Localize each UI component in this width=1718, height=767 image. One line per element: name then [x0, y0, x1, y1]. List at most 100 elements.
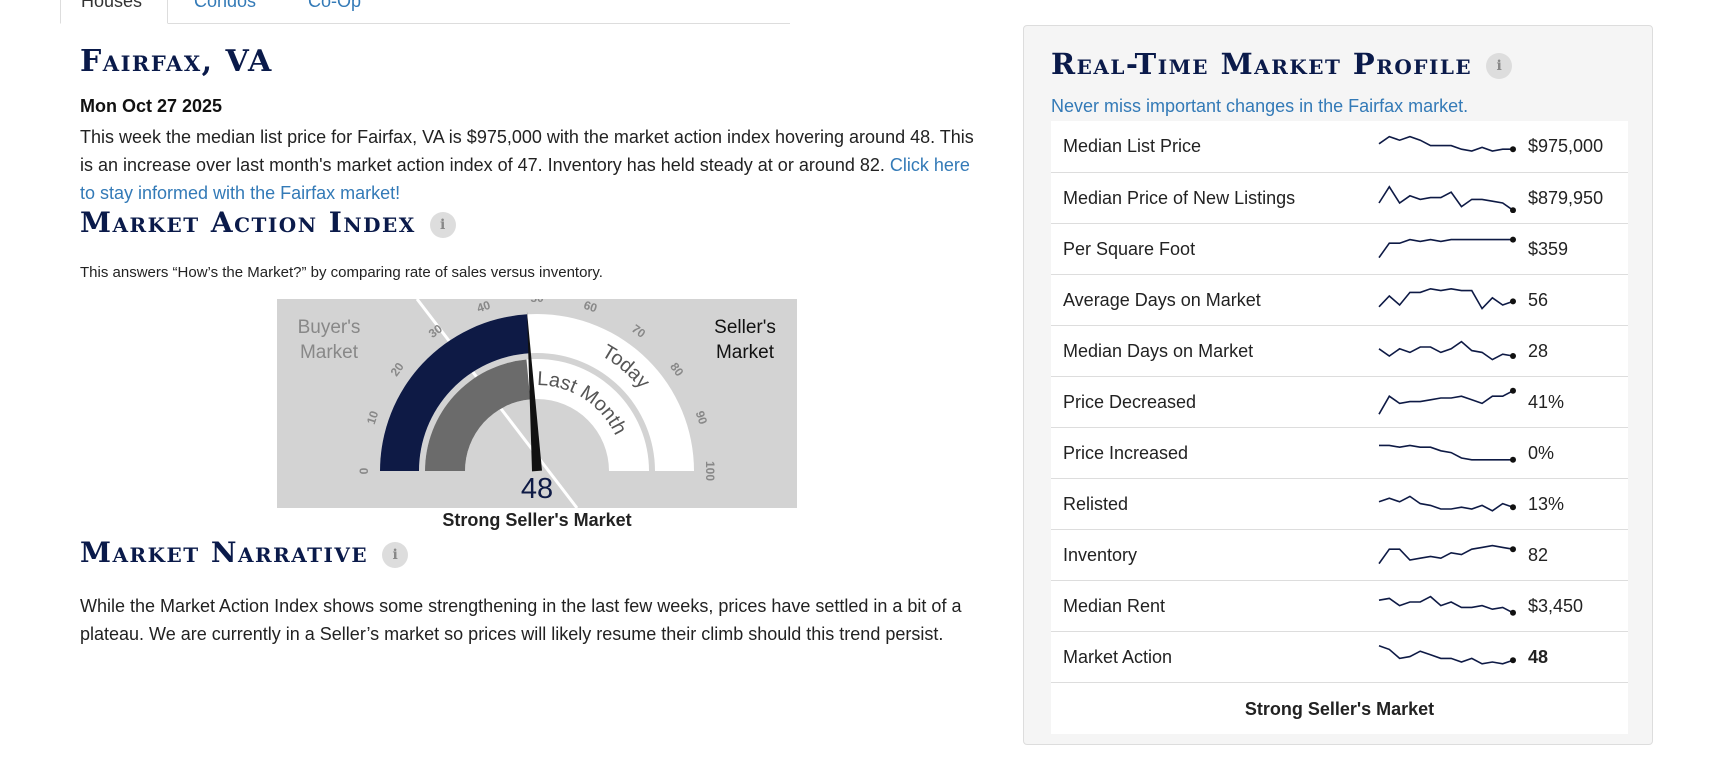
metric-value: 48	[1528, 647, 1549, 667]
buyers-market-label-2: Market	[300, 342, 359, 363]
sparkline-path	[1378, 390, 1514, 415]
sparkline-end-dot	[1510, 456, 1516, 463]
metric-label: Median Rent	[1063, 596, 1166, 616]
sparkline-path	[1378, 135, 1513, 152]
metric-sparkline	[1378, 544, 1516, 565]
summary-text: This week the median list price for Fair…	[80, 127, 974, 175]
metric-row: Price Decreased 41%	[1051, 376, 1628, 427]
tab-condos[interactable]: Condos	[194, 0, 256, 24]
sparkline-end-dot	[1510, 207, 1516, 213]
metric-label: Relisted	[1063, 494, 1129, 514]
tab-coop[interactable]: Co-Op	[308, 0, 361, 24]
market-narrative-title: Market Narrative	[80, 536, 369, 569]
metric-value: 13%	[1528, 494, 1565, 514]
metric-value: 41%	[1528, 392, 1565, 412]
gauge-graphic: 0102030405060708090100Last MonthToday Bu…	[277, 299, 797, 508]
sparkline-end-dot	[1510, 353, 1516, 359]
metric-row: Median List Price $975,000	[1051, 121, 1628, 172]
sparkline-path	[1378, 287, 1514, 310]
market-action-heading: Market Action Index i	[80, 206, 456, 239]
market-action-title: Market Action Index	[80, 206, 416, 239]
metric-row: Median Price of New Listings $879,950	[1051, 172, 1628, 223]
metric-label: Median Days on Market	[1063, 341, 1254, 361]
metric-value: 0%	[1528, 443, 1555, 463]
metric-value: $879,950	[1528, 188, 1604, 208]
market-profile-heading: Real-Time Market Profile i	[1051, 47, 1513, 81]
sellers-market-label-1: Seller's	[714, 317, 776, 338]
sparkline-end-dot	[1510, 546, 1516, 553]
metric-row: Relisted 13%	[1051, 478, 1628, 529]
metric-sparkline	[1378, 185, 1516, 213]
market-narrative-text: While the Market Action Index shows some…	[80, 596, 962, 644]
metric-value: 82	[1528, 545, 1549, 565]
market-profile-info-icon[interactable]: i	[1486, 53, 1513, 79]
sparkline-end-dot	[1510, 236, 1516, 243]
market-profile-panel: Real-Time Market Profile i Never miss imp…	[1023, 25, 1653, 745]
metric-row: Price Increased 0%	[1051, 427, 1628, 478]
metric-sparkline	[1378, 495, 1516, 512]
sparkline-path	[1378, 238, 1513, 259]
metric-label: Price Decreased	[1063, 392, 1197, 412]
sparkline-end-dot	[1510, 657, 1516, 664]
metric-sparkline	[1378, 236, 1516, 259]
metric-label: Price Increased	[1063, 443, 1189, 463]
sparkline-end-dot	[1510, 298, 1516, 305]
market-profile-title: Real-Time Market Profile	[1051, 47, 1473, 81]
market-action-gauge: 0102030405060708090100Last MonthToday Bu…	[277, 299, 797, 508]
metric-sparkline	[1378, 340, 1516, 361]
market-alerts-link[interactable]: Never miss important changes in the Fair…	[1051, 96, 1468, 117]
page-title: Fairfax, VA	[80, 44, 273, 79]
metric-row: Median Rent $3,450	[1051, 580, 1628, 631]
metric-label: Median List Price	[1063, 136, 1202, 156]
gauge-tick-label: 50	[530, 299, 544, 305]
gauge-value: 48	[521, 473, 553, 505]
metric-label: Inventory	[1063, 545, 1138, 565]
metric-label: Market Action	[1063, 647, 1173, 667]
metric-sparkline	[1378, 135, 1516, 153]
metric-row: Per Square Foot $359	[1051, 223, 1628, 274]
market-action-info-icon[interactable]: i	[429, 211, 456, 238]
sparkline-path	[1378, 645, 1514, 665]
market-profile-table: Median List Price $975,000 Median Price of…	[1051, 121, 1628, 734]
sparkline-end-dot	[1510, 387, 1516, 394]
report-date: Mon Oct 27 2025	[80, 96, 223, 116]
market-summary: This week the median list price for Fair…	[80, 123, 980, 207]
sparkline-path	[1378, 495, 1514, 512]
metric-value: 56	[1528, 290, 1549, 310]
metric-sparkline	[1378, 287, 1516, 310]
market-narrative-heading: Market Narrative i	[80, 536, 409, 569]
metric-value: $359	[1528, 239, 1569, 259]
property-type-tabs: Houses Condos Co-Op	[60, 0, 790, 24]
metric-label: Average Days on Market	[1063, 290, 1261, 310]
metric-row: Median Days on Market 28	[1051, 325, 1628, 376]
sparkline-path	[1379, 444, 1513, 461]
market-profile-caption: Strong Seller's Market	[1051, 682, 1628, 734]
sparkline-end-dot	[1510, 609, 1516, 616]
metric-row: Inventory 82	[1051, 529, 1628, 580]
gauge-tick-label: 100	[703, 461, 717, 481]
metric-value: 28	[1528, 341, 1549, 361]
metric-value: $975,000	[1528, 136, 1604, 156]
metric-sparkline	[1378, 595, 1516, 616]
metric-row: Market Action 48	[1051, 631, 1628, 682]
metric-row: Average Days on Market 56	[1051, 274, 1628, 325]
buyers-market-label-1: Buyer's	[298, 317, 361, 338]
sparkline-path	[1378, 595, 1514, 614]
sparkline-end-dot	[1510, 146, 1516, 153]
metric-label: Per Square Foot	[1063, 239, 1196, 259]
sparkline-path	[1378, 544, 1514, 565]
gauge-tick-label: 0	[357, 467, 371, 474]
metric-sparkline	[1379, 444, 1516, 463]
sparkline-path	[1378, 340, 1514, 361]
sellers-market-label-2: Market	[716, 342, 775, 363]
sparkline-end-dot	[1510, 504, 1516, 511]
metric-label: Median Price of New Listings	[1063, 188, 1296, 208]
tab-houses[interactable]: Houses	[60, 0, 168, 24]
metric-sparkline	[1378, 387, 1516, 415]
market-action-subtitle: This answers “How’s the Market?” by comp…	[80, 264, 603, 281]
market-narrative-info-icon[interactable]: i	[382, 541, 409, 568]
metric-sparkline	[1378, 645, 1516, 665]
sparkline-path	[1378, 185, 1514, 211]
metric-value: $3,450	[1528, 596, 1584, 616]
market-action-caption: Strong Seller's Market	[442, 510, 632, 530]
